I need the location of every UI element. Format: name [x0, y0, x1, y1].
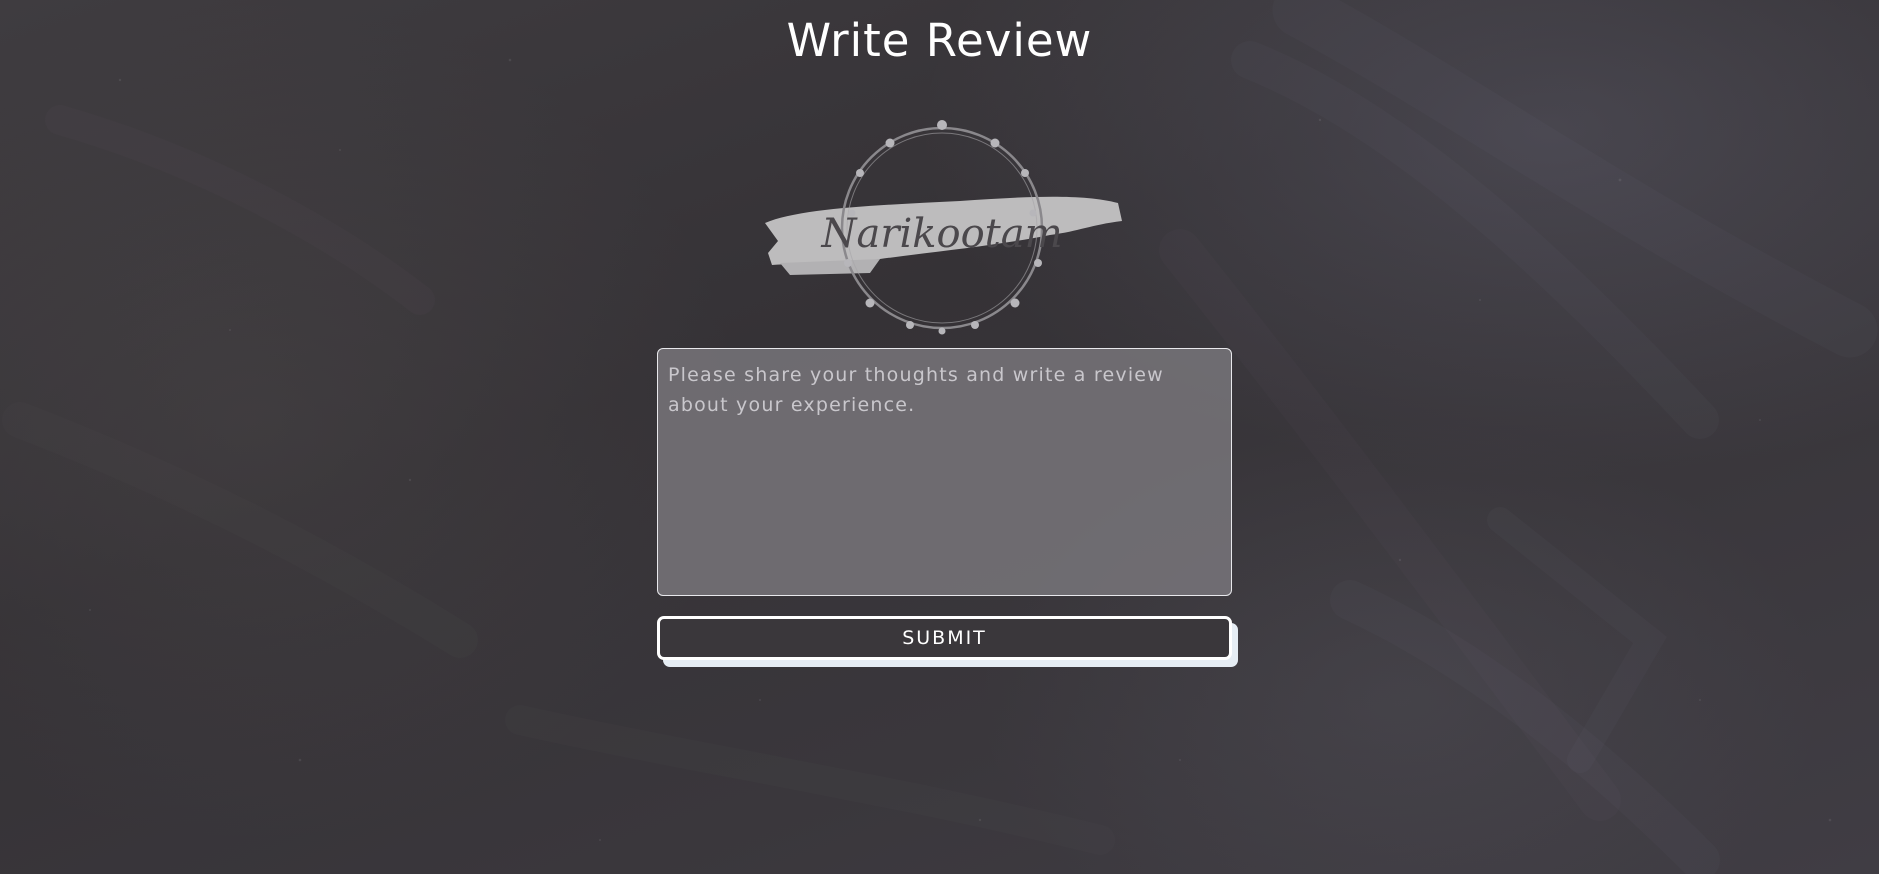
- review-textarea[interactable]: [657, 348, 1232, 596]
- logo-wordmark: Narikootam: [820, 211, 1062, 257]
- submit-area: SUBMIT: [657, 616, 1238, 667]
- submit-button[interactable]: SUBMIT: [657, 616, 1232, 660]
- floral-wreath-logo: Narikootam: [765, 120, 1122, 335]
- page-title: Write Review: [786, 14, 1093, 67]
